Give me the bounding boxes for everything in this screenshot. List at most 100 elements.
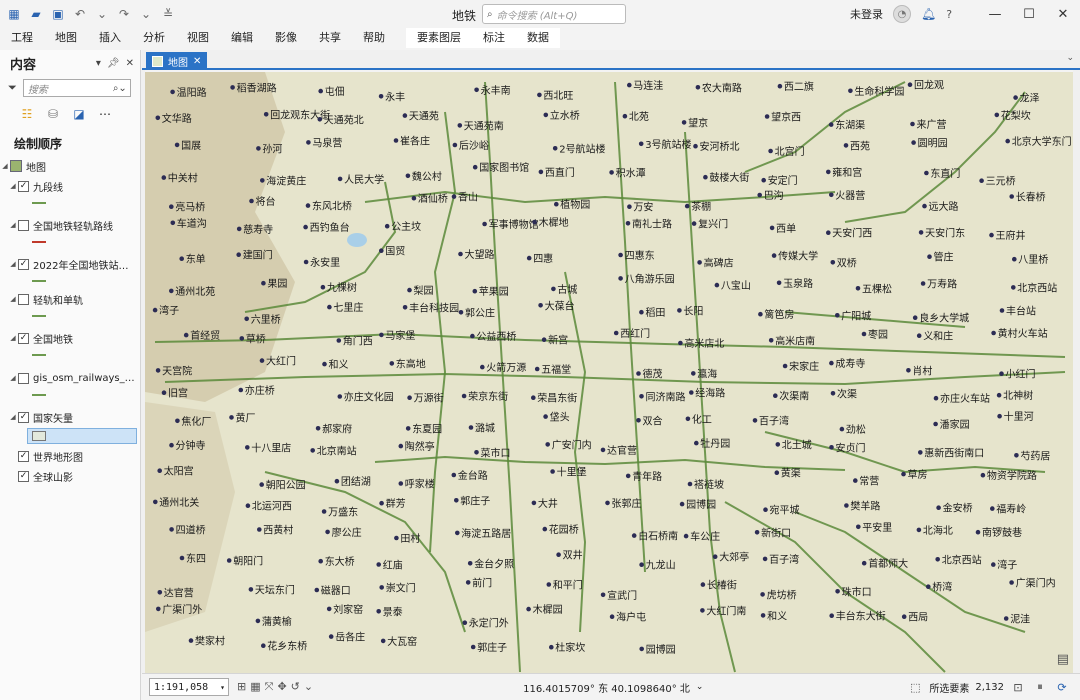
save-icon[interactable]: ▣ bbox=[50, 6, 66, 22]
station-label: 龙泽 bbox=[1020, 92, 1040, 105]
expand-icon[interactable]: ◢ bbox=[8, 413, 18, 421]
expand-icon[interactable]: ◢ bbox=[8, 295, 18, 303]
tab-imagery[interactable]: 影像 bbox=[264, 28, 308, 48]
layer-item[interactable]: ◢ ✓ 全国地铁 bbox=[8, 330, 148, 346]
customize-toolbar-icon[interactable]: ≚ bbox=[160, 6, 176, 22]
redo-dropdown-icon[interactable]: ⌄ bbox=[138, 6, 154, 22]
map-canvas[interactable]: 温阳路 稻香湖路 屯佃 永丰 永丰南 西北旺 马连洼 农大南路 西二旗 生命科学园 回龙观 龙泽 文华路… bbox=[145, 72, 1073, 673]
metro-map[interactable]: 温阳路 稻香湖路 屯佃 永丰 永丰南 西北旺 马连洼 农大南路 西二旗 生命科学园回龙观龙泽文华路… bbox=[145, 72, 1073, 673]
selected-layer-symbol[interactable] bbox=[27, 428, 137, 444]
rotation-icon[interactable]: ↺ bbox=[291, 680, 300, 694]
layer-checkbox[interactable]: ✓ bbox=[18, 180, 29, 192]
expand-icon[interactable]: ◢ bbox=[8, 334, 18, 342]
tab-project[interactable]: 工程 bbox=[0, 28, 44, 48]
redo-icon[interactable]: ↷ bbox=[116, 6, 132, 22]
chevron-down-icon[interactable]: ▾ bbox=[220, 683, 228, 692]
zoom-extent-icon[interactable]: ⊞ bbox=[237, 680, 246, 694]
layer-item[interactable]: ◢ ✓ 2022年全国地铁站… bbox=[8, 256, 148, 272]
user-status[interactable]: 未登录 bbox=[850, 6, 883, 22]
basemap-toggle-icon[interactable]: ▤ bbox=[1057, 652, 1069, 667]
expand-icon[interactable]: ◢ bbox=[8, 374, 18, 382]
coordinate-dropdown-icon[interactable]: ⌄ bbox=[696, 682, 704, 692]
layer-checkbox[interactable] bbox=[18, 372, 29, 384]
tab-view[interactable]: 视图 bbox=[176, 28, 220, 48]
grid-icon[interactable]: ▦ bbox=[250, 680, 260, 694]
search-dropdown-icon[interactable]: ⌕⌄ bbox=[113, 83, 130, 94]
maximize-icon[interactable]: ☐ bbox=[1012, 0, 1046, 28]
drawing-order-icon[interactable]: ☷ bbox=[18, 105, 36, 123]
tab-list-dropdown-icon[interactable]: ⌄ bbox=[1066, 53, 1074, 63]
layer-item[interactable]: ✓ 世界地形图 bbox=[18, 448, 158, 464]
undo-icon[interactable]: ↶ bbox=[72, 6, 88, 22]
data-source-icon[interactable]: ⛁ bbox=[44, 105, 62, 123]
contents-search-input[interactable]: 搜索 ⌕⌄ bbox=[22, 79, 131, 97]
layer-item[interactable]: ◢ 轻轨和单轨 bbox=[8, 291, 148, 307]
station-dot bbox=[470, 644, 476, 650]
layer-checkbox[interactable] bbox=[18, 293, 29, 305]
open-folder-icon[interactable]: ▰ bbox=[28, 6, 44, 22]
pan-icon[interactable]: ✥ bbox=[277, 680, 286, 694]
map-node-icon bbox=[10, 160, 22, 172]
more-options-icon[interactable]: ⋯ bbox=[96, 105, 114, 123]
clear-selection-icon[interactable]: ⊡ bbox=[1010, 679, 1026, 695]
tab-feature-layer[interactable]: 要素图层 bbox=[406, 28, 472, 48]
layer-item[interactable]: ◢ 全国地铁轻轨路线 bbox=[8, 217, 148, 233]
filter-row: ⏷ 搜索 ⌕⌄ bbox=[0, 76, 140, 100]
fixed-zoom-icon[interactable]: ⤧ bbox=[265, 680, 274, 694]
layer-item[interactable]: ✓ 全球山影 bbox=[18, 468, 158, 484]
station-dot bbox=[714, 282, 720, 288]
expand-icon[interactable]: ◢ bbox=[8, 182, 18, 190]
layer-checkbox[interactable]: ✓ bbox=[18, 332, 29, 344]
help-button[interactable]: ? bbox=[946, 8, 952, 21]
tab-edit[interactable]: 编辑 bbox=[220, 28, 264, 48]
station-dot bbox=[310, 448, 315, 453]
tab-map-view[interactable]: 地图 ✕ bbox=[146, 52, 208, 70]
contents-view-icons: ☷ ⛁ ◪ ⋯ bbox=[0, 100, 140, 128]
layer-checkbox[interactable] bbox=[18, 219, 29, 231]
tab-help[interactable]: 帮助 bbox=[352, 28, 396, 48]
map-node[interactable]: ◢ 地图 bbox=[0, 158, 140, 174]
layer-checkbox[interactable]: ✓ bbox=[18, 450, 29, 462]
expand-icon[interactable]: ◢ bbox=[8, 221, 18, 229]
station-dot bbox=[462, 620, 468, 625]
layer-checkbox[interactable]: ✓ bbox=[18, 258, 29, 270]
layer-item[interactable]: ◢ ✓ 国家矢量 bbox=[8, 409, 148, 425]
selection-tool-icon[interactable]: ⬚ bbox=[907, 679, 923, 695]
layer-checkbox[interactable]: ✓ bbox=[18, 411, 29, 423]
pause-drawing-icon[interactable]: ⏸ bbox=[1032, 679, 1048, 695]
tab-insert[interactable]: 插入 bbox=[88, 28, 132, 48]
undo-dropdown-icon[interactable]: ⌄ bbox=[94, 6, 110, 22]
station-label: 北海北 bbox=[923, 524, 953, 537]
notification-bell-icon[interactable]: 🔔︎ bbox=[921, 7, 936, 21]
tab-labeling[interactable]: 标注 bbox=[472, 28, 516, 48]
pin-icon[interactable]: 📌︎ bbox=[107, 58, 120, 69]
new-project-icon[interactable]: ▦ bbox=[6, 6, 22, 22]
layer-item[interactable]: ◢ gis_osm_railways_… bbox=[8, 370, 148, 386]
station-dot bbox=[691, 221, 697, 226]
minimize-icon[interactable]: — bbox=[978, 0, 1012, 28]
expand-icon[interactable]: ◢ bbox=[0, 162, 10, 170]
filter-icon[interactable]: ⏷ bbox=[8, 81, 17, 95]
selection-icon[interactable]: ◪ bbox=[70, 105, 88, 123]
layer-checkbox[interactable]: ✓ bbox=[18, 470, 29, 482]
close-icon[interactable]: ✕ bbox=[1046, 0, 1080, 28]
avatar[interactable]: ◔ bbox=[893, 5, 911, 23]
station-label: 郭庄子 bbox=[477, 641, 507, 654]
refresh-icon[interactable]: ⟳ bbox=[1054, 679, 1070, 695]
scale-selector[interactable]: 1:191,058 ▾ bbox=[149, 678, 229, 696]
coordinate-format-dropdown-icon[interactable]: ⌄ bbox=[304, 680, 313, 694]
tab-close-icon[interactable]: ✕ bbox=[193, 56, 201, 67]
tab-map[interactable]: 地图 bbox=[44, 28, 88, 48]
layer-item[interactable]: ◢ ✓ 九段线 bbox=[8, 178, 148, 194]
station-label: 望京西 bbox=[771, 111, 801, 124]
command-search-input[interactable]: ⌕ 命令搜索 (Alt+Q) bbox=[482, 4, 626, 24]
tab-share[interactable]: 共享 bbox=[308, 28, 352, 48]
station-label: 百子湾 bbox=[769, 553, 799, 566]
station-dot bbox=[861, 560, 867, 566]
expand-icon[interactable]: ◢ bbox=[8, 260, 18, 268]
station-dot bbox=[379, 585, 384, 590]
tab-analysis[interactable]: 分析 bbox=[132, 28, 176, 48]
pane-options-icon[interactable]: ▾ bbox=[96, 58, 101, 69]
tab-data[interactable]: 数据 bbox=[516, 28, 560, 48]
pane-close-icon[interactable]: ✕ bbox=[126, 58, 134, 69]
